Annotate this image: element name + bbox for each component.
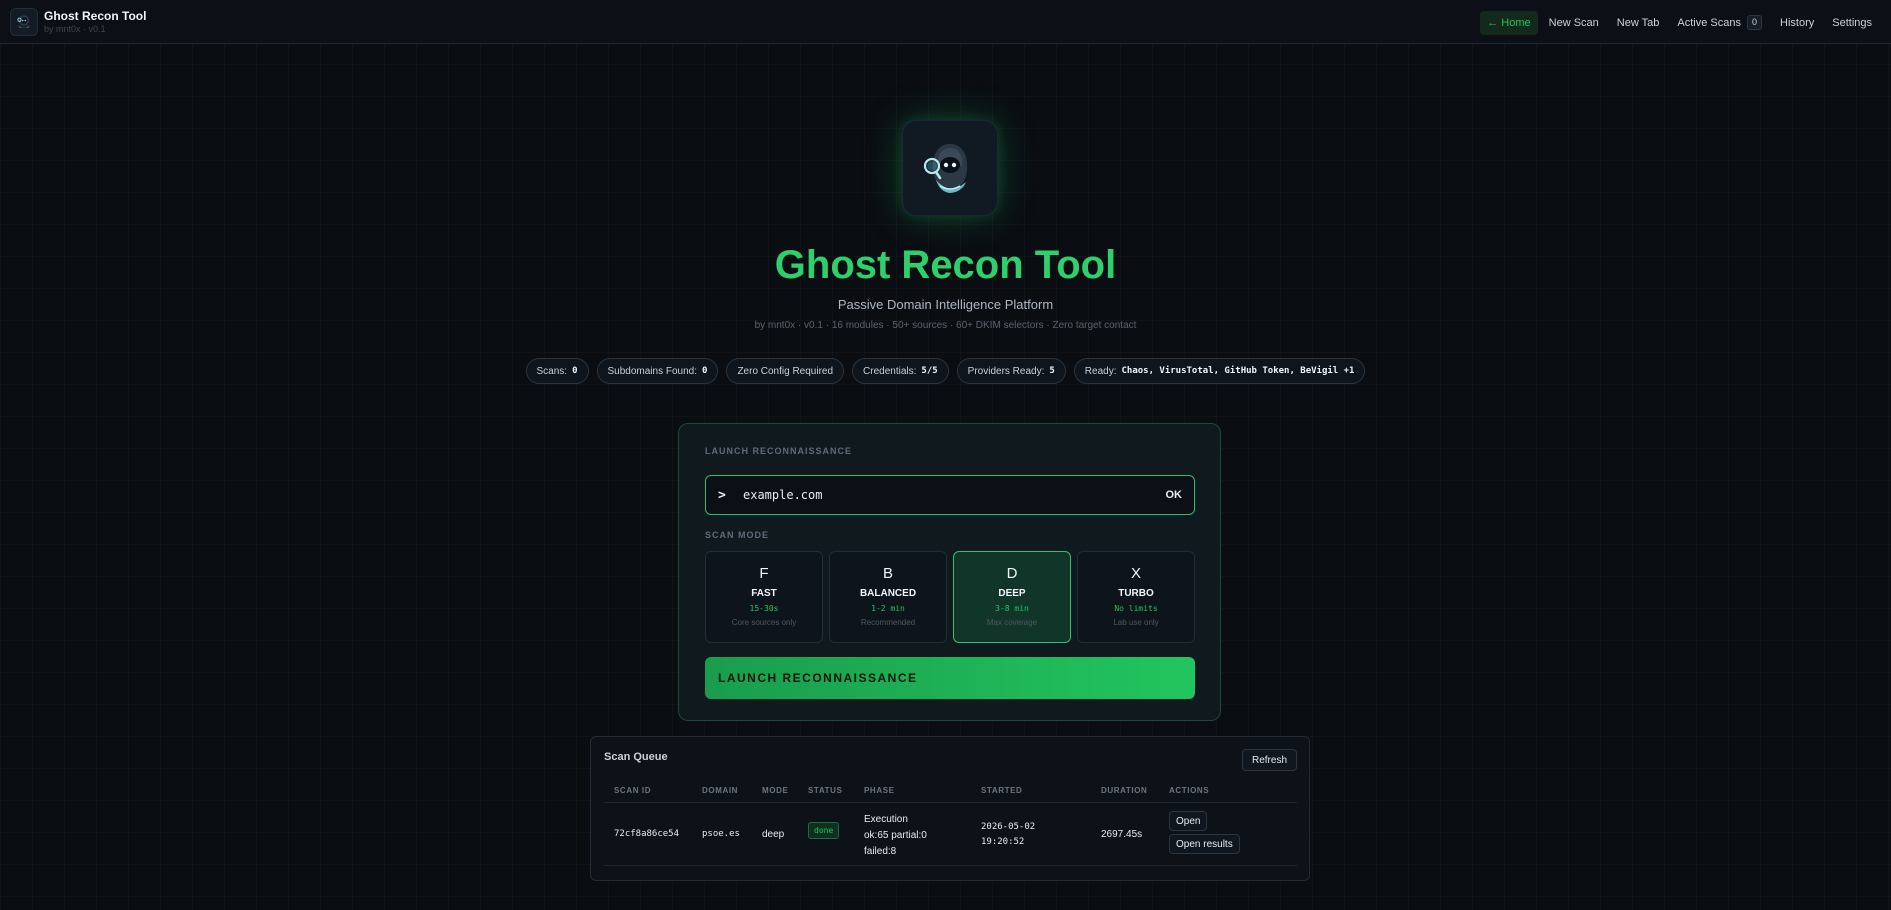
- mode-description: Core sources only: [731, 618, 797, 627]
- prompt-symbol: >: [718, 487, 726, 503]
- mode-option-balanced[interactable]: B BALANCED 1-2 min Recommended: [829, 551, 947, 643]
- started-time: 19:20:52: [981, 837, 1025, 847]
- nav-new-tab[interactable]: New Tab: [1610, 11, 1667, 35]
- launch-card: LAUNCH RECONNAISSANCE > OK SCAN MODE F F…: [678, 423, 1221, 721]
- column-header-status: STATUS: [808, 786, 843, 795]
- stat-ready-label: Ready:: [1084, 365, 1117, 377]
- cell-phase: Execution ok:65 partial:0 failed:8: [864, 812, 927, 860]
- scan-mode-selector: F FAST 15-30s Core sources only B BALANC…: [705, 551, 1195, 643]
- hero-meta: by mnt0x · v0.1 · 16 modules · 50+ sourc…: [754, 320, 1137, 331]
- column-header-phase: PHASE: [864, 786, 895, 795]
- app-subtitle: by mnt0x · v0.1: [44, 24, 106, 34]
- ghost-logo-icon: [10, 8, 38, 36]
- mode-option-fast[interactable]: F FAST 15-30s Core sources only: [705, 551, 823, 643]
- hero-title: Ghost Recon Tool: [774, 243, 1117, 287]
- stat-credentials-label: Credentials:: [863, 365, 917, 377]
- brand[interactable]: Ghost Recon Tool by mnt0x · v0.1: [10, 8, 146, 36]
- stats-bar: Scans: 0 Subdomains Found: 0 Zero Config…: [0, 358, 1891, 384]
- nav-settings[interactable]: Settings: [1825, 11, 1879, 35]
- column-header-duration: DURATION: [1101, 786, 1148, 795]
- cell-status: done: [808, 822, 840, 839]
- scan-queue-table: SCAN ID DOMAIN MODE STATUS PHASE STARTED…: [604, 783, 1297, 866]
- cell-duration: 2697.45s: [1101, 829, 1143, 840]
- open-results-button[interactable]: Open results: [1169, 834, 1240, 854]
- cell-domain: psoe.es: [702, 829, 740, 839]
- column-header-actions: ACTIONS: [1169, 786, 1210, 795]
- started-date: 2026-05-02: [981, 822, 1036, 832]
- mode-description: Lab use only: [1113, 618, 1159, 627]
- mode-letter: X: [1130, 565, 1141, 582]
- stat-subdomains-label: Subdomains Found:: [607, 365, 698, 377]
- mode-option-turbo[interactable]: X TURBO No limits Lab use only: [1077, 551, 1195, 643]
- stat-zero-config-label: Zero Config Required: [737, 365, 834, 377]
- mode-name: DEEP: [998, 588, 1026, 599]
- main-nav: ← Home New Scan New Tab Active Scans 0 H…: [1476, 10, 1879, 35]
- stat-ready-value: Chaos, VirusTotal, GitHub Token, BeVigil…: [1121, 366, 1355, 376]
- nav-active-scans-label: Active Scans: [1677, 16, 1741, 29]
- mode-name: BALANCED: [859, 588, 917, 599]
- stat-providers-label: Providers Ready:: [967, 365, 1045, 377]
- table-row: 72cf8a86ce54 psoe.es deep done Execution…: [604, 803, 1297, 866]
- phase-failed: failed:8: [864, 846, 897, 857]
- mode-option-deep[interactable]: D DEEP 3-8 min Max coverage: [953, 551, 1071, 643]
- stat-scans: Scans: 0: [525, 358, 589, 384]
- mode-description: Recommended: [860, 618, 916, 627]
- stat-scans-label: Scans:: [536, 365, 568, 377]
- column-header-mode: MODE: [762, 786, 789, 795]
- phase-counts: ok:65 partial:0: [864, 830, 927, 841]
- mode-description: Max coverage: [986, 618, 1038, 627]
- status-badge: done: [808, 822, 840, 839]
- launch-reconnaissance-button[interactable]: LAUNCH RECONNAISSANCE: [705, 657, 1195, 699]
- mode-name: TURBO: [1118, 588, 1154, 599]
- scan-queue-panel: Scan Queue Refresh SCAN ID DOMAIN MODE S…: [590, 736, 1310, 881]
- scan-mode-label: SCAN MODE: [705, 530, 770, 540]
- nav-active-scans[interactable]: Active Scans 0: [1670, 10, 1769, 35]
- mode-time: 3-8 min: [995, 604, 1029, 613]
- top-bar: Ghost Recon Tool by mnt0x · v0.1 ← Home …: [0, 0, 1891, 44]
- stat-subdomains: Subdomains Found: 0: [596, 358, 719, 384]
- launch-section-label: LAUNCH RECONNAISSANCE: [705, 446, 853, 456]
- stat-ready: Ready: Chaos, VirusTotal, GitHub Token, …: [1073, 358, 1366, 384]
- stat-providers: Providers Ready: 5: [956, 358, 1066, 384]
- column-header-started: STARTED: [981, 786, 1023, 795]
- target-domain-input[interactable]: [743, 488, 1166, 502]
- stat-credentials: Credentials: 5/5: [852, 358, 949, 384]
- open-scan-button[interactable]: Open: [1169, 811, 1208, 831]
- stat-credentials-value: 5/5: [921, 366, 938, 376]
- mode-letter: D: [1006, 565, 1018, 582]
- mode-name: FAST: [751, 588, 777, 599]
- scan-queue-title: Scan Queue: [604, 751, 668, 763]
- cell-started: 2026-05-02 19:20:52: [981, 820, 1035, 850]
- mode-letter: B: [882, 565, 893, 582]
- mode-time: No limits: [1114, 604, 1158, 613]
- cell-scan-id: 72cf8a86ce54: [614, 829, 680, 839]
- nav-history[interactable]: History: [1773, 11, 1821, 35]
- refresh-button[interactable]: Refresh: [1241, 749, 1297, 771]
- stat-zero-config: Zero Config Required: [726, 358, 845, 384]
- mode-time: 1-2 min: [871, 604, 905, 613]
- active-scans-count-badge: 0: [1747, 15, 1763, 30]
- table-header: SCAN ID DOMAIN MODE STATUS PHASE STARTED…: [604, 783, 1297, 803]
- hero-tagline: Passive Domain Intelligence Platform: [837, 297, 1054, 312]
- app-title: Ghost Recon Tool: [44, 9, 147, 23]
- stat-scans-value: 0: [572, 366, 578, 376]
- column-header-scan-id: SCAN ID: [614, 786, 652, 795]
- cell-mode: deep: [762, 829, 785, 840]
- nav-new-scan[interactable]: New Scan: [1542, 11, 1606, 35]
- stat-providers-value: 5: [1049, 366, 1055, 376]
- nav-home[interactable]: ← Home: [1480, 10, 1538, 35]
- target-input-wrapper: > OK: [705, 475, 1195, 515]
- stat-subdomains-value: 0: [702, 366, 708, 376]
- phase-name: Execution: [864, 814, 908, 825]
- column-header-domain: DOMAIN: [702, 786, 739, 795]
- ghost-mascot-icon: [902, 120, 998, 216]
- mode-time: 15-30s: [749, 604, 779, 613]
- mode-letter: F: [759, 565, 769, 582]
- target-ok-button[interactable]: OK: [1166, 489, 1183, 501]
